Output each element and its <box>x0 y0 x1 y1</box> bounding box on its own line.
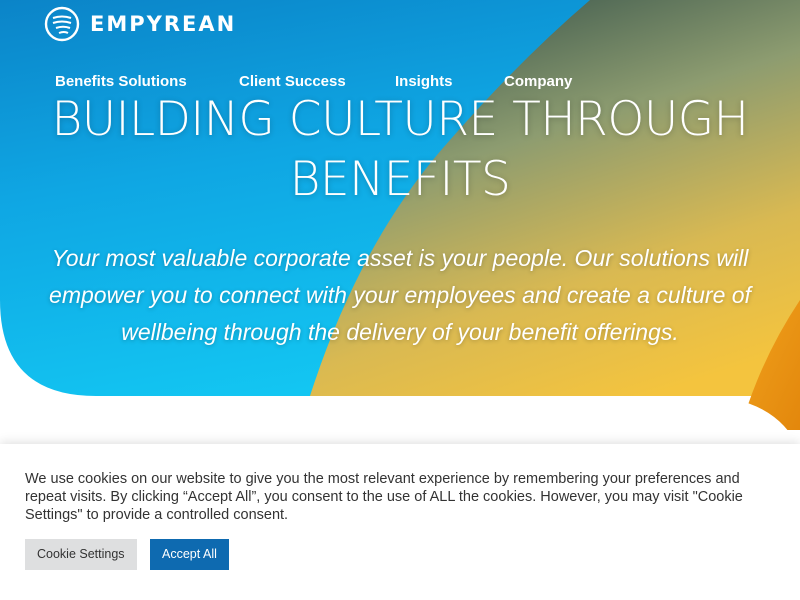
cookie-settings-button[interactable]: Cookie Settings <box>25 539 137 570</box>
hero-headline-line-1: BUILDING CULTURE THROUGH <box>51 92 750 147</box>
brand-logo[interactable]: EMPYREAN <box>44 5 236 43</box>
nav-item-client-success[interactable]: Client Success <box>239 73 346 90</box>
cookie-banner: We use cookies on our website to give yo… <box>0 444 800 600</box>
nav-item-benefits-solutions[interactable]: Benefits Solutions <box>55 73 187 90</box>
nav-item-insights[interactable]: Insights <box>395 73 453 90</box>
nav-item-company[interactable]: Company <box>504 73 572 90</box>
accept-all-button[interactable]: Accept All <box>150 539 229 570</box>
hero-headline-line-2: BENEFITS <box>289 152 511 207</box>
brand-name: EMPYREAN <box>90 12 237 36</box>
hero-tagline: Your most valuable corporate asset is yo… <box>49 245 751 345</box>
empyrean-swoosh-icon <box>44 6 80 42</box>
cookie-message: We use cookies on our website to give yo… <box>25 471 743 523</box>
hero-headline: BUILDING CULTURE THROUGH BENEFITS <box>0 90 800 210</box>
